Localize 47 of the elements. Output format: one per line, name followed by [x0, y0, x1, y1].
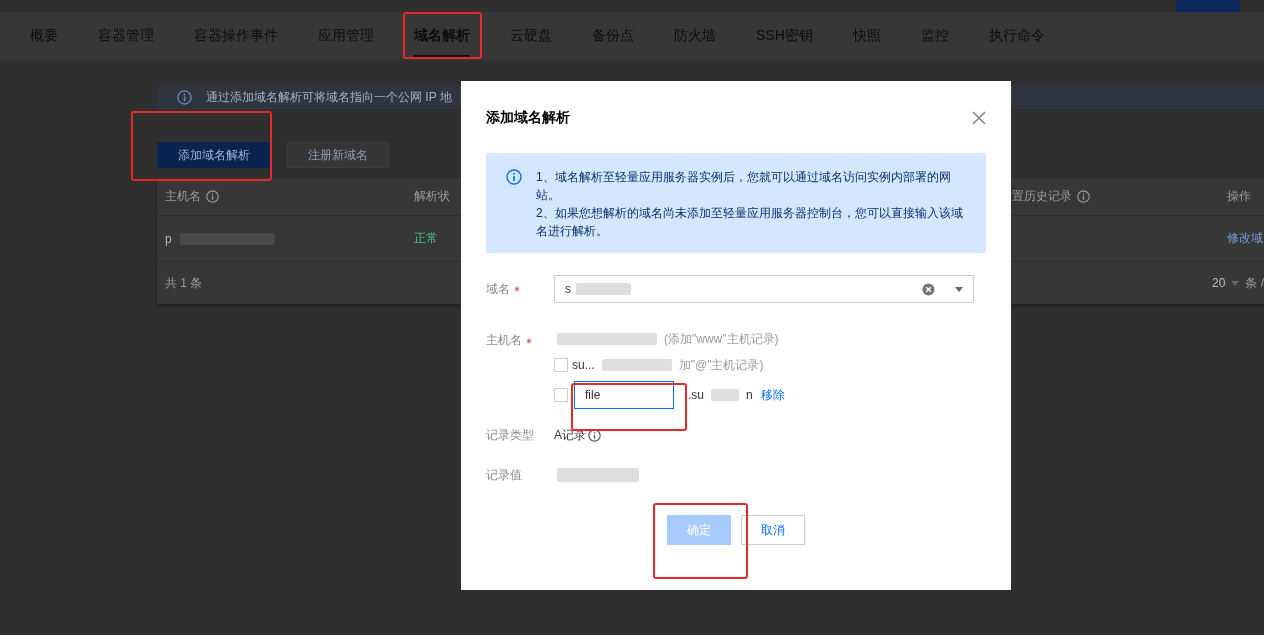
- hostname-input[interactable]: file: [574, 381, 674, 409]
- total-count: 共 1 条: [165, 274, 203, 292]
- status-text: 正常: [414, 230, 438, 247]
- required-icon: [514, 286, 520, 292]
- required-icon: [526, 337, 532, 344]
- info-icon: [588, 428, 601, 442]
- info-icon: [206, 190, 219, 203]
- field-label: 域名: [486, 280, 510, 298]
- field-label: 记录类型: [486, 426, 534, 444]
- column-header: 置历史记录: [1012, 188, 1072, 205]
- field-label: 主机名: [486, 332, 522, 349]
- info-icon: [506, 169, 522, 185]
- table-cell: p: [165, 231, 172, 246]
- header-button[interactable]: [1176, 0, 1240, 12]
- page-size-unit: 条 /: [1245, 274, 1264, 292]
- redacted-block: [576, 283, 631, 295]
- option-label: (添加"www"主机记录): [664, 330, 779, 348]
- redacted-block: [601, 359, 672, 371]
- edit-link[interactable]: 修改域: [1227, 230, 1263, 247]
- info-icon: [1077, 190, 1090, 203]
- tip-text: 1、域名解析至轻量应用服务器实例后，您就可以通过域名访问实例内部署的网站。: [536, 169, 952, 204]
- cancel-button[interactable]: 取消: [741, 515, 805, 545]
- clear-icon[interactable]: [922, 282, 935, 296]
- checkbox[interactable]: [554, 388, 568, 402]
- option-label: su...: [572, 358, 595, 372]
- caret-icon: [1231, 280, 1240, 286]
- record-type-value: A记录: [554, 426, 586, 444]
- tip-text: 2、如果您想解析的域名尚未添加至轻量应用服务器控制台，您可以直接输入该域名进行解析。: [536, 205, 964, 240]
- column-header: 主机名: [165, 188, 201, 205]
- column-header: 解析状: [414, 188, 450, 205]
- domain-select[interactable]: s: [554, 275, 974, 303]
- dialog-title: 添加域名解析: [486, 109, 570, 127]
- add-button[interactable]: 添加域名解析: [157, 142, 271, 168]
- remove-link[interactable]: 移除: [760, 386, 785, 404]
- domain-suffix: n: [746, 388, 753, 402]
- register-button[interactable]: 注册新域名: [287, 142, 389, 168]
- redacted-block: [711, 389, 739, 401]
- caret-icon: [955, 286, 963, 292]
- option-label: 加"@"主机记录): [678, 356, 764, 374]
- domain-suffix: .su: [688, 388, 704, 402]
- field-label: 记录值: [486, 466, 522, 484]
- column-header: 操作: [1227, 188, 1251, 205]
- close-icon[interactable]: [972, 111, 986, 125]
- notice-text: 通过添加域名解析可将域名指向一个公网 IP 地: [206, 88, 452, 106]
- page-size-select[interactable]: 20: [1211, 276, 1226, 290]
- checkbox[interactable]: [554, 358, 568, 372]
- info-icon: [177, 89, 192, 105]
